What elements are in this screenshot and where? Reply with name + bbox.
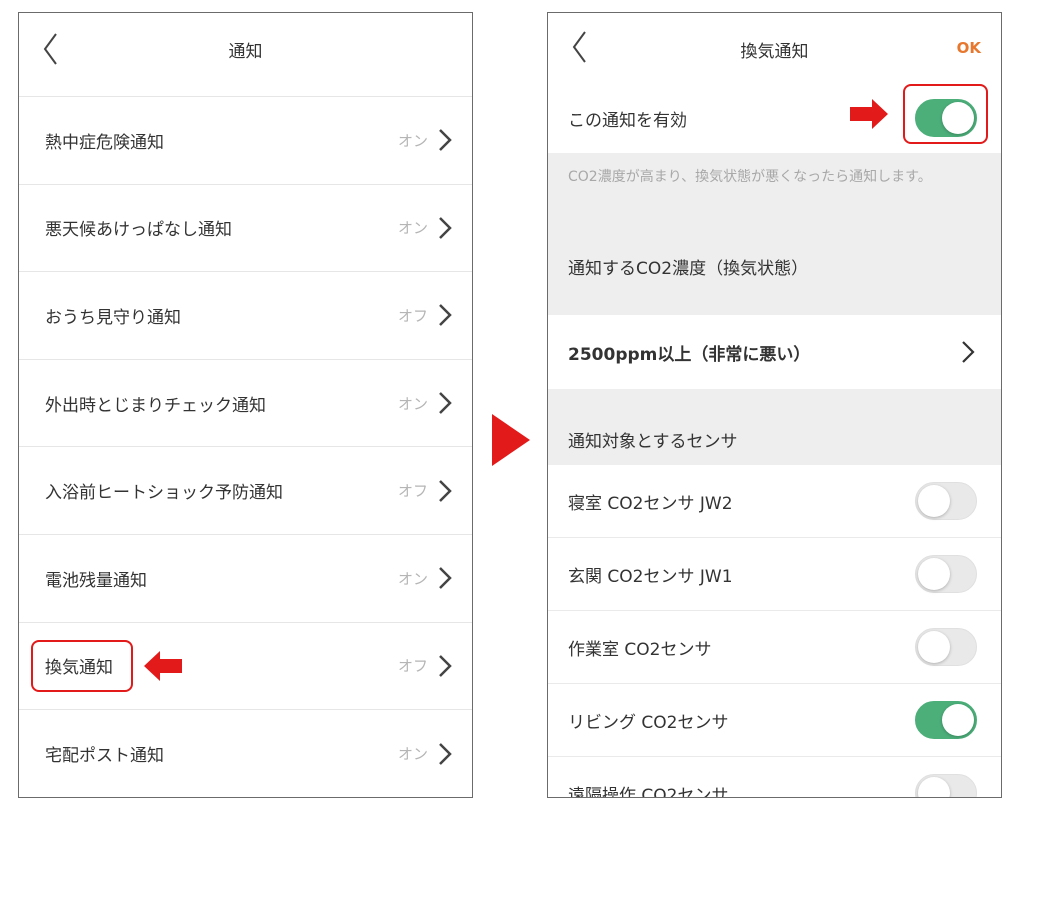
list-item-label: 熱中症危険通知 xyxy=(45,132,164,153)
highlight-box-ventilation xyxy=(31,640,133,692)
list-item-label: 悪天候あけっぱなし通知 xyxy=(45,220,232,241)
sensor-row-living: リビング CO2センサ xyxy=(548,684,1001,757)
left-arrow-icon xyxy=(144,651,182,681)
sensors-header: 通知対象とするセンサ xyxy=(548,389,1001,465)
toggle-knob xyxy=(918,631,950,663)
description-text: CO2濃度が高まり、換気状態が悪くなったら通知します。 xyxy=(568,169,932,185)
sensor-toggle[interactable] xyxy=(915,774,977,797)
list-item-status: オフ xyxy=(397,482,428,501)
chevron-right-icon xyxy=(439,479,452,502)
toggle-knob xyxy=(918,485,950,517)
sensor-toggle[interactable] xyxy=(915,701,977,739)
enable-notification-label: この通知を有効 xyxy=(568,110,687,131)
chevron-right-icon xyxy=(439,217,452,239)
list-item-home-watch[interactable]: おうち見守り通知 オフ xyxy=(19,272,472,360)
ok-button[interactable]: OK xyxy=(957,39,981,57)
chevron-right-icon xyxy=(439,304,452,327)
list-item-label: 電池残量通知 xyxy=(45,570,147,591)
list-item-heat-shock[interactable]: 入浴前ヒートショック予防通知 オフ xyxy=(19,447,472,535)
list-item-label: おうち見守り通知 xyxy=(45,307,181,328)
list-item-label: 入浴前ヒートショック予防通知 xyxy=(45,483,283,504)
list-item-status: オン xyxy=(397,569,428,588)
sensor-label: 作業室 CO2センサ xyxy=(568,639,712,660)
nav-bar: 通知 xyxy=(19,13,472,97)
sensor-row-entrance: 玄関 CO2センサ JW1 xyxy=(548,538,1001,611)
sensor-label: 玄関 CO2センサ JW1 xyxy=(568,566,733,587)
sensor-toggle[interactable] xyxy=(915,628,977,666)
sensor-row-workroom: 作業室 CO2センサ xyxy=(548,611,1001,684)
list-item-battery[interactable]: 電池残量通知 オン xyxy=(19,535,472,623)
list-item-heatstroke[interactable]: 熱中症危険通知 オン xyxy=(19,97,472,185)
toggle-knob xyxy=(918,558,950,590)
list-item-status: オン xyxy=(397,394,428,413)
toggle-knob xyxy=(942,704,974,736)
list-item-status: オン xyxy=(397,745,428,764)
chevron-right-icon xyxy=(439,129,452,152)
co2-level-header: 通知するCO2濃度（換気状態） xyxy=(568,258,809,279)
list-item-status: オフ xyxy=(397,657,428,676)
chevron-right-icon xyxy=(439,654,452,677)
co2-level-value: 2500ppm以上（非常に悪い） xyxy=(568,344,811,365)
list-item-bad-weather[interactable]: 悪天候あけっぱなし通知 オン xyxy=(19,185,472,273)
sensor-label: 遠隔操作 CO2センサ xyxy=(568,785,729,798)
list-item-status: オン xyxy=(397,131,428,150)
highlight-box-enable-toggle xyxy=(903,84,988,144)
sensor-row-remote: 遠隔操作 CO2センサ xyxy=(548,757,1001,798)
right-arrow-icon xyxy=(850,99,888,129)
toggle-knob xyxy=(918,777,950,797)
chevron-right-icon xyxy=(439,392,452,414)
transition-arrow-icon xyxy=(492,414,530,466)
sensor-label: リビング CO2センサ xyxy=(568,712,729,733)
chevron-right-icon xyxy=(439,743,452,765)
page-title: 通知 xyxy=(228,42,263,62)
list-item-lock-check[interactable]: 外出時とじまりチェック通知 オン xyxy=(19,360,472,448)
chevron-right-icon xyxy=(439,567,452,590)
page-title: 換気通知 xyxy=(740,42,809,62)
sensor-label: 寝室 CO2センサ JW2 xyxy=(568,493,733,514)
nav-bar: 換気通知 OK xyxy=(548,13,1001,83)
sensor-row-bedroom: 寝室 CO2センサ JW2 xyxy=(548,465,1001,538)
sensor-toggle[interactable] xyxy=(915,555,977,593)
list-item-status: オン xyxy=(397,219,428,238)
list-item-delivery-post[interactable]: 宅配ポスト通知 オン xyxy=(19,710,472,797)
description-section: CO2濃度が高まり、換気状態が悪くなったら通知します。 通知するCO2濃度（換気… xyxy=(548,153,1001,315)
list-item-label: 宅配ポスト通知 xyxy=(45,746,164,767)
co2-level-row[interactable]: 2500ppm以上（非常に悪い） xyxy=(548,315,1001,389)
list-item-status: オフ xyxy=(397,306,428,325)
chevron-right-icon xyxy=(962,341,975,363)
list-item-label: 外出時とじまりチェック通知 xyxy=(45,395,266,416)
sensor-toggle[interactable] xyxy=(915,482,977,520)
sensors-header-label: 通知対象とするセンサ xyxy=(568,431,738,452)
